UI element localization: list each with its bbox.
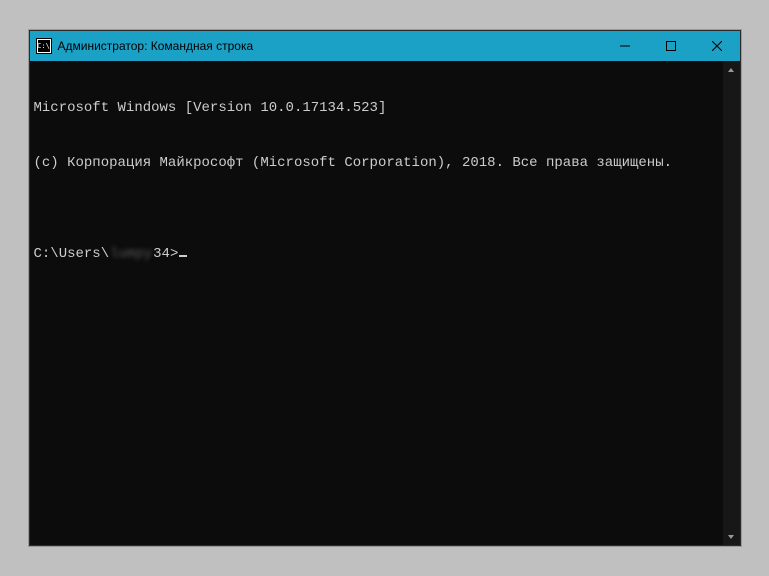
scroll-up-button[interactable] bbox=[723, 61, 740, 78]
titlebar-left: C:\ Администратор: Командная строка bbox=[30, 38, 254, 54]
cursor bbox=[179, 255, 187, 257]
output-line: Microsoft Windows [Version 10.0.17134.52… bbox=[34, 99, 719, 117]
command-prompt-window: C:\ Администратор: Командная строка Micr… bbox=[29, 30, 741, 546]
prompt-prefix: C:\Users\ bbox=[34, 245, 110, 263]
output-line: (c) Корпорация Майкрософт (Microsoft Cor… bbox=[34, 154, 719, 172]
terminal-output[interactable]: Microsoft Windows [Version 10.0.17134.52… bbox=[30, 61, 723, 545]
maximize-button[interactable] bbox=[648, 31, 694, 61]
window-title: Администратор: Командная строка bbox=[58, 39, 254, 53]
scrollbar[interactable] bbox=[723, 61, 740, 545]
prompt-line: C:\Users\lumpy34> bbox=[34, 245, 719, 263]
prompt-suffix: 34> bbox=[153, 245, 178, 263]
close-button[interactable] bbox=[694, 31, 740, 61]
scroll-track[interactable] bbox=[723, 78, 740, 528]
window-controls bbox=[602, 31, 740, 61]
prompt-user-redacted: lumpy bbox=[110, 245, 152, 263]
terminal-body: Microsoft Windows [Version 10.0.17134.52… bbox=[30, 61, 740, 545]
minimize-button[interactable] bbox=[602, 31, 648, 61]
titlebar[interactable]: C:\ Администратор: Командная строка bbox=[30, 31, 740, 61]
cmd-icon: C:\ bbox=[36, 38, 52, 54]
scroll-down-button[interactable] bbox=[723, 528, 740, 545]
